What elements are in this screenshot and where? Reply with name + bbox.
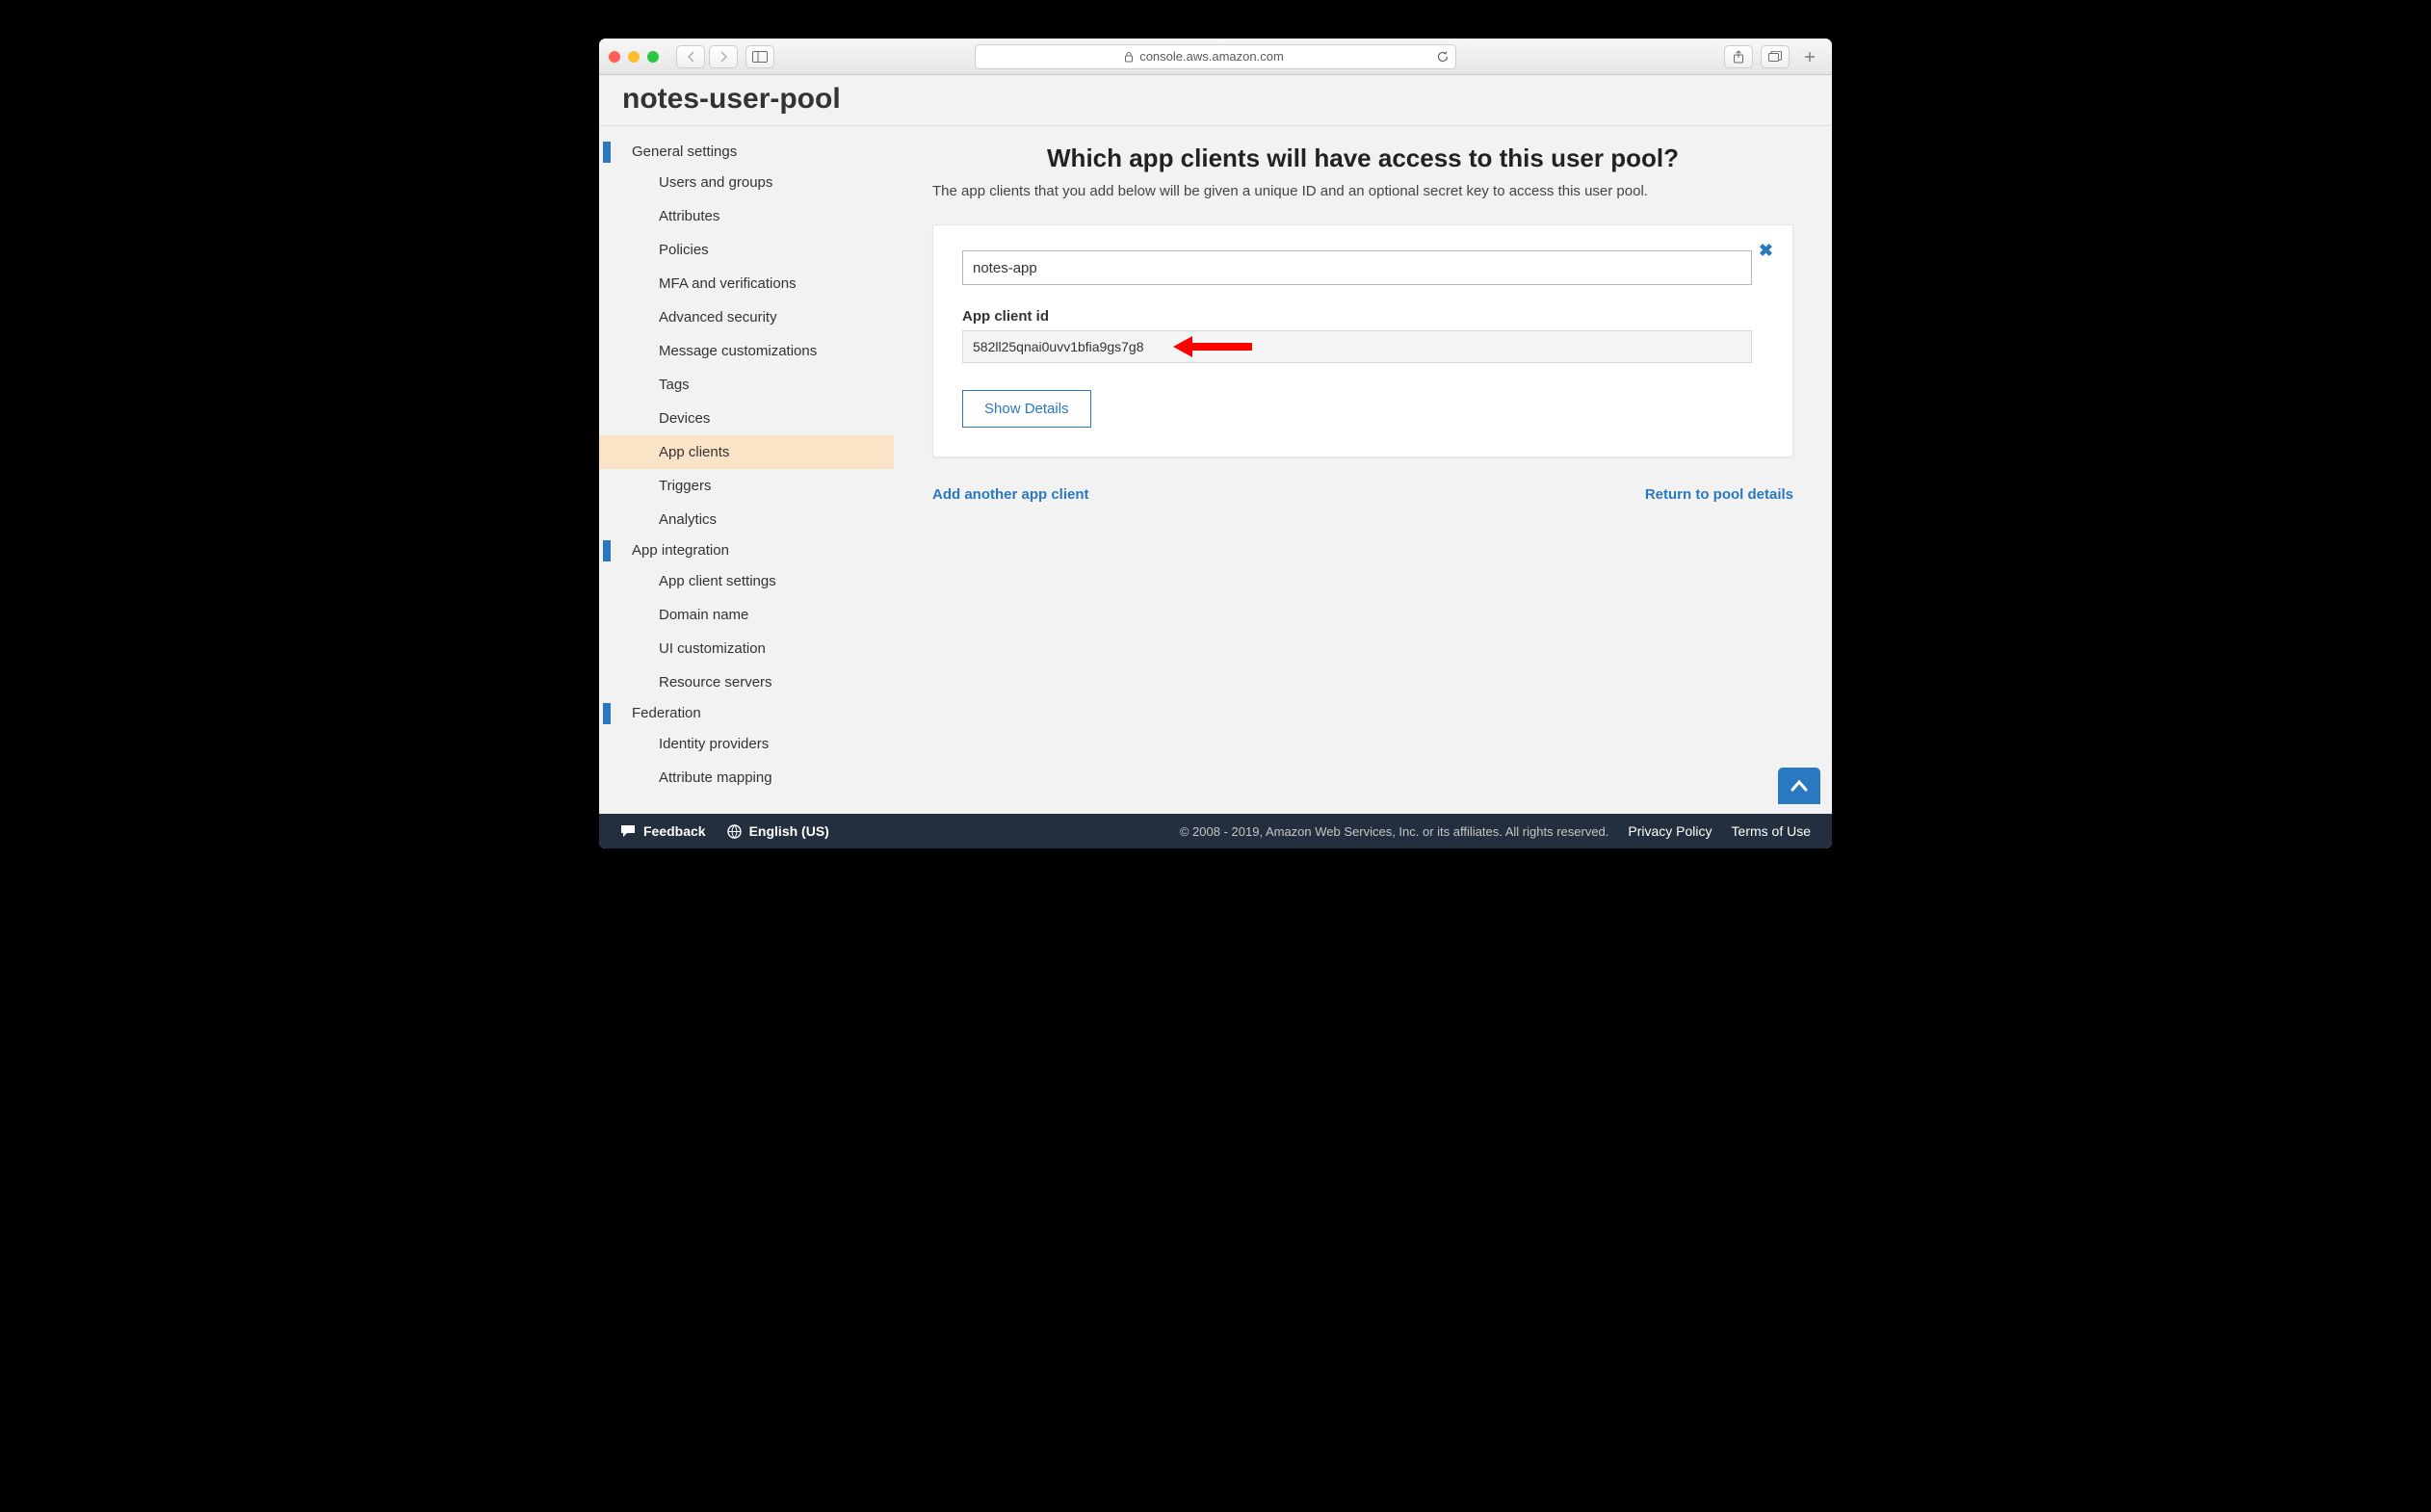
sidebar-item-label: Policies (659, 242, 709, 258)
terms-of-use-link[interactable]: Terms of Use (1732, 823, 1811, 839)
page-heading: Which app clients will have access to th… (932, 143, 1793, 173)
sidebar-item-users-and-groups[interactable]: Users and groups (599, 166, 894, 199)
sidebar-item-tags[interactable]: Tags (599, 368, 894, 402)
page-content: notes-user-pool General settings Users a… (599, 75, 1832, 848)
back-button[interactable] (676, 45, 705, 68)
sidebar-section-federation[interactable]: Federation (599, 699, 894, 727)
plus-icon (1804, 51, 1816, 63)
sidebar-item-policies[interactable]: Policies (599, 233, 894, 267)
annotation-arrow-icon (1173, 336, 1252, 357)
globe-icon (727, 824, 742, 839)
speech-bubble-icon (620, 824, 636, 838)
sidebar-section-app-integration[interactable]: App integration (599, 536, 894, 564)
sidebar-item-label: UI customization (659, 640, 766, 657)
chevron-up-icon (1791, 779, 1808, 793)
language-selector[interactable]: English (US) (727, 823, 829, 839)
chevron-left-icon (687, 51, 695, 63)
sidebar-item-label: MFA and verifications (659, 275, 797, 292)
sidebar-section-label: Federation (632, 705, 701, 721)
lock-icon (1124, 51, 1134, 63)
chevron-right-icon (719, 51, 728, 63)
sidebar-icon (752, 51, 768, 63)
sidebar-toggle-button[interactable] (745, 45, 774, 68)
privacy-policy-link[interactable]: Privacy Policy (1628, 823, 1712, 839)
address-bar[interactable]: console.aws.amazon.com (975, 44, 1456, 69)
section-marker-icon (603, 142, 611, 163)
app-client-id-field[interactable]: 582ll25qnai0uvv1bfia9gs7g8 (962, 330, 1752, 363)
language-label: English (US) (749, 823, 829, 839)
sidebar-item-app-clients[interactable]: App clients (599, 435, 894, 469)
app-client-card: ✖ App client id 582ll25qnai0uvv1bfia9gs7… (932, 224, 1793, 457)
sidebar-item-ui-customization[interactable]: UI customization (599, 632, 894, 665)
sidebar-item-label: Triggers (659, 478, 711, 494)
pool-title: notes-user-pool (622, 83, 1809, 116)
page-subtext: The app clients that you add below will … (932, 183, 1793, 199)
sidebar-item-label: App clients (659, 444, 729, 460)
sidebar-item-label: Users and groups (659, 174, 772, 191)
maximize-window-button[interactable] (647, 51, 659, 63)
tabs-button[interactable] (1761, 45, 1790, 68)
sidebar-item-label: Message customizations (659, 343, 817, 359)
sidebar-item-attributes[interactable]: Attributes (599, 199, 894, 233)
sidebar-item-mfa-and-verifications[interactable]: MFA and verifications (599, 267, 894, 300)
browser-toolbar: console.aws.amazon.com (599, 39, 1832, 75)
return-to-pool-details-link[interactable]: Return to pool details (1645, 486, 1793, 503)
safari-window: console.aws.amazon.com notes-user-pool (599, 39, 1832, 848)
sidebar-item-label: Analytics (659, 511, 717, 528)
feedback-link[interactable]: Feedback (620, 823, 706, 839)
sidebar-item-attribute-mapping[interactable]: Attribute mapping (599, 761, 894, 795)
close-window-button[interactable] (609, 51, 620, 63)
section-marker-icon (603, 703, 611, 724)
sidebar-item-app-client-settings[interactable]: App client settings (599, 564, 894, 598)
sidebar-item-label: Attributes (659, 208, 719, 224)
show-details-button[interactable]: Show Details (962, 390, 1091, 428)
sidebar-item-triggers[interactable]: Triggers (599, 469, 894, 503)
new-tab-button[interactable] (1797, 45, 1822, 68)
sidebar-nav: General settings Users and groups Attrib… (599, 126, 894, 814)
sidebar-item-label: Advanced security (659, 309, 777, 326)
sidebar-item-domain-name[interactable]: Domain name (599, 598, 894, 632)
sidebar-item-analytics[interactable]: Analytics (599, 503, 894, 536)
add-another-app-client-link[interactable]: Add another app client (932, 486, 1089, 503)
sidebar-section-label: General settings (632, 143, 737, 160)
sidebar-item-label: App client settings (659, 573, 776, 589)
footer-bar: Feedback English (US) © 2008 - 2019, Ama… (599, 814, 1832, 848)
sidebar-item-label: Attribute mapping (659, 769, 772, 786)
nav-button-group (676, 45, 738, 68)
sidebar-item-label: Domain name (659, 607, 748, 623)
app-client-name-input[interactable] (962, 250, 1752, 285)
app-client-id-value: 582ll25qnai0uvv1bfia9gs7g8 (973, 339, 1143, 354)
sidebar-item-message-customizations[interactable]: Message customizations (599, 334, 894, 368)
share-icon (1733, 50, 1744, 64)
feedback-label: Feedback (643, 823, 706, 839)
sidebar-section-label: App integration (632, 542, 729, 559)
copyright-text: © 2008 - 2019, Amazon Web Services, Inc.… (1180, 824, 1609, 839)
share-button[interactable] (1724, 45, 1753, 68)
sidebar-section-general-settings[interactable]: General settings (599, 138, 894, 166)
sidebar-item-devices[interactable]: Devices (599, 402, 894, 435)
sidebar-item-label: Tags (659, 377, 690, 393)
section-marker-icon (603, 540, 611, 561)
reload-button[interactable] (1436, 50, 1450, 64)
breadcrumb (622, 79, 1809, 81)
address-text: console.aws.amazon.com (1139, 49, 1284, 64)
forward-button[interactable] (709, 45, 738, 68)
pool-header: notes-user-pool (599, 75, 1832, 126)
sidebar-item-label: Resource servers (659, 674, 772, 691)
scroll-to-top-button[interactable] (1778, 768, 1820, 804)
sidebar-item-label: Devices (659, 410, 710, 427)
close-icon: ✖ (1759, 241, 1773, 260)
reload-icon (1436, 50, 1450, 64)
main-panel: Which app clients will have access to th… (894, 126, 1832, 814)
tabs-icon (1768, 51, 1782, 63)
traffic-lights (609, 51, 659, 63)
remove-app-client-button[interactable]: ✖ (1759, 241, 1773, 261)
sidebar-item-resource-servers[interactable]: Resource servers (599, 665, 894, 699)
app-client-id-label: App client id (962, 308, 1764, 325)
minimize-window-button[interactable] (628, 51, 640, 63)
sidebar-item-label: Identity providers (659, 736, 769, 752)
sidebar-item-identity-providers[interactable]: Identity providers (599, 727, 894, 761)
sidebar-item-advanced-security[interactable]: Advanced security (599, 300, 894, 334)
